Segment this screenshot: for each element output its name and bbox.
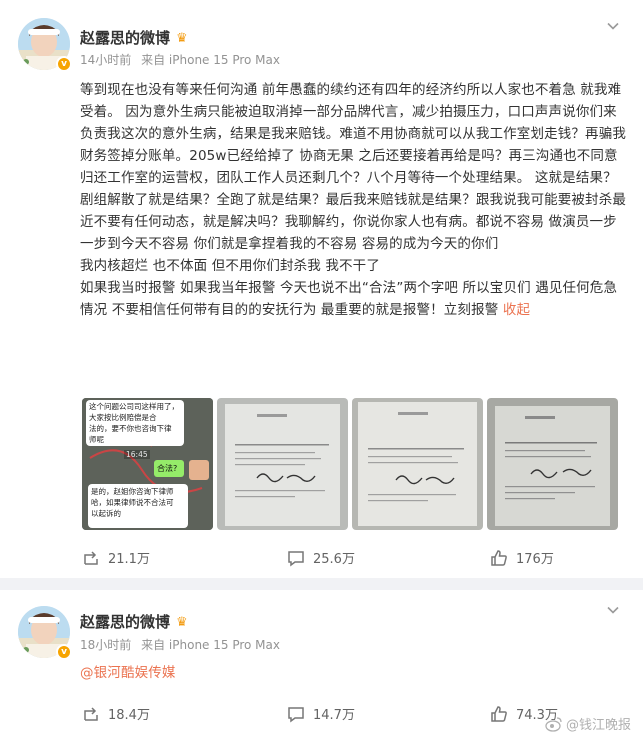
verified-badge-icon: v [56, 644, 72, 660]
weibo-logo-icon [545, 716, 562, 732]
post-time[interactable]: 18小时前 [80, 638, 131, 652]
watermark: @钱江晚报 [545, 714, 631, 733]
author-name[interactable]: 赵露思的微博 ♛ [80, 611, 188, 632]
post-text: 等到现在也没有等来任何沟通 前年愚蠢的续约还有四年的经济约所以人家也不着急 就我… [80, 79, 626, 321]
post-paragraph: 等到现在也没有等来任何沟通 前年愚蠢的续约还有四年的经济约所以人家也不着急 就我… [80, 82, 626, 252]
document-photo-image[interactable] [352, 398, 483, 530]
post-time[interactable]: 14小时前 [80, 53, 131, 67]
repost-count: 21.1万 [108, 552, 150, 567]
post-actions: 21.1万 25.6万 176万 [0, 548, 643, 572]
crown-icon: ♛ [176, 615, 188, 630]
chat-message-text: 这个问题公司司这样用了， 大家按比例赔偿是合 法的，要不你也咨询下律 师呢 [89, 402, 179, 444]
post-text: @银河酷娱传媒 [80, 662, 626, 684]
verified-badge-icon: v [56, 56, 72, 72]
chevron-down-icon[interactable] [605, 602, 621, 618]
chat-time: 16:45 [124, 450, 150, 459]
post-paragraph: 如果我当时报警 如果我当年报警 今天也说不出“合法”两个字吧 所以宝贝们 遇见任… [80, 280, 618, 318]
document-photo-image[interactable] [217, 398, 348, 530]
comment-count: 25.6万 [313, 552, 355, 567]
post-meta: 14小时前 来自 iPhone 15 Pro Max [80, 51, 286, 68]
chat-screenshot-image[interactable]: 这个问题公司司这样用了， 大家按比例赔偿是合 法的，要不你也咨询下律 师呢 16… [82, 398, 213, 530]
comment-icon [288, 706, 304, 722]
comment-button[interactable]: 25.6万 [287, 548, 355, 567]
comment-count: 14.7万 [313, 708, 355, 723]
weibo-post-card: v 赵露思的微博 ♛ 14小时前 来自 iPhone 15 Pro Max 等到现… [0, 0, 643, 578]
like-count: 176万 [516, 552, 554, 567]
chat-bubble: 合法? [157, 464, 178, 473]
collapse-link[interactable]: 收起 [503, 302, 530, 318]
mention-link[interactable]: @银河酷娱传媒 [80, 665, 176, 681]
repost-icon [84, 550, 98, 565]
weibo-post-card: v 赵露思的微博 ♛ 18小时前 来自 iPhone 15 Pro Max @银河… [0, 590, 643, 743]
repost-button[interactable]: 21.1万 [82, 548, 150, 567]
comment-icon [288, 550, 304, 566]
repost-icon [84, 706, 98, 721]
like-icon [491, 549, 507, 566]
chevron-down-icon[interactable] [605, 18, 621, 34]
post-paragraph: 我内核超烂 也不体面 但不用你们封杀我 我不干了 [80, 258, 380, 274]
comment-button[interactable]: 14.7万 [287, 704, 355, 723]
chat-reply-text: 是的，赵姐你咨询下律师 哈，如果律师说不合法可 以起诉的 [91, 487, 174, 518]
repost-button[interactable]: 18.4万 [82, 704, 150, 723]
post-meta: 18小时前 来自 iPhone 15 Pro Max [80, 636, 286, 653]
like-icon [491, 705, 507, 722]
crown-icon: ♛ [176, 31, 188, 46]
post-source: 来自 iPhone 15 Pro Max [141, 53, 280, 67]
post-source: 来自 iPhone 15 Pro Max [141, 638, 280, 652]
repost-count: 18.4万 [108, 708, 150, 723]
like-button[interactable]: 176万 [490, 548, 554, 567]
author-name[interactable]: 赵露思的微博 ♛ [80, 27, 188, 48]
document-photo-image[interactable] [487, 398, 618, 530]
